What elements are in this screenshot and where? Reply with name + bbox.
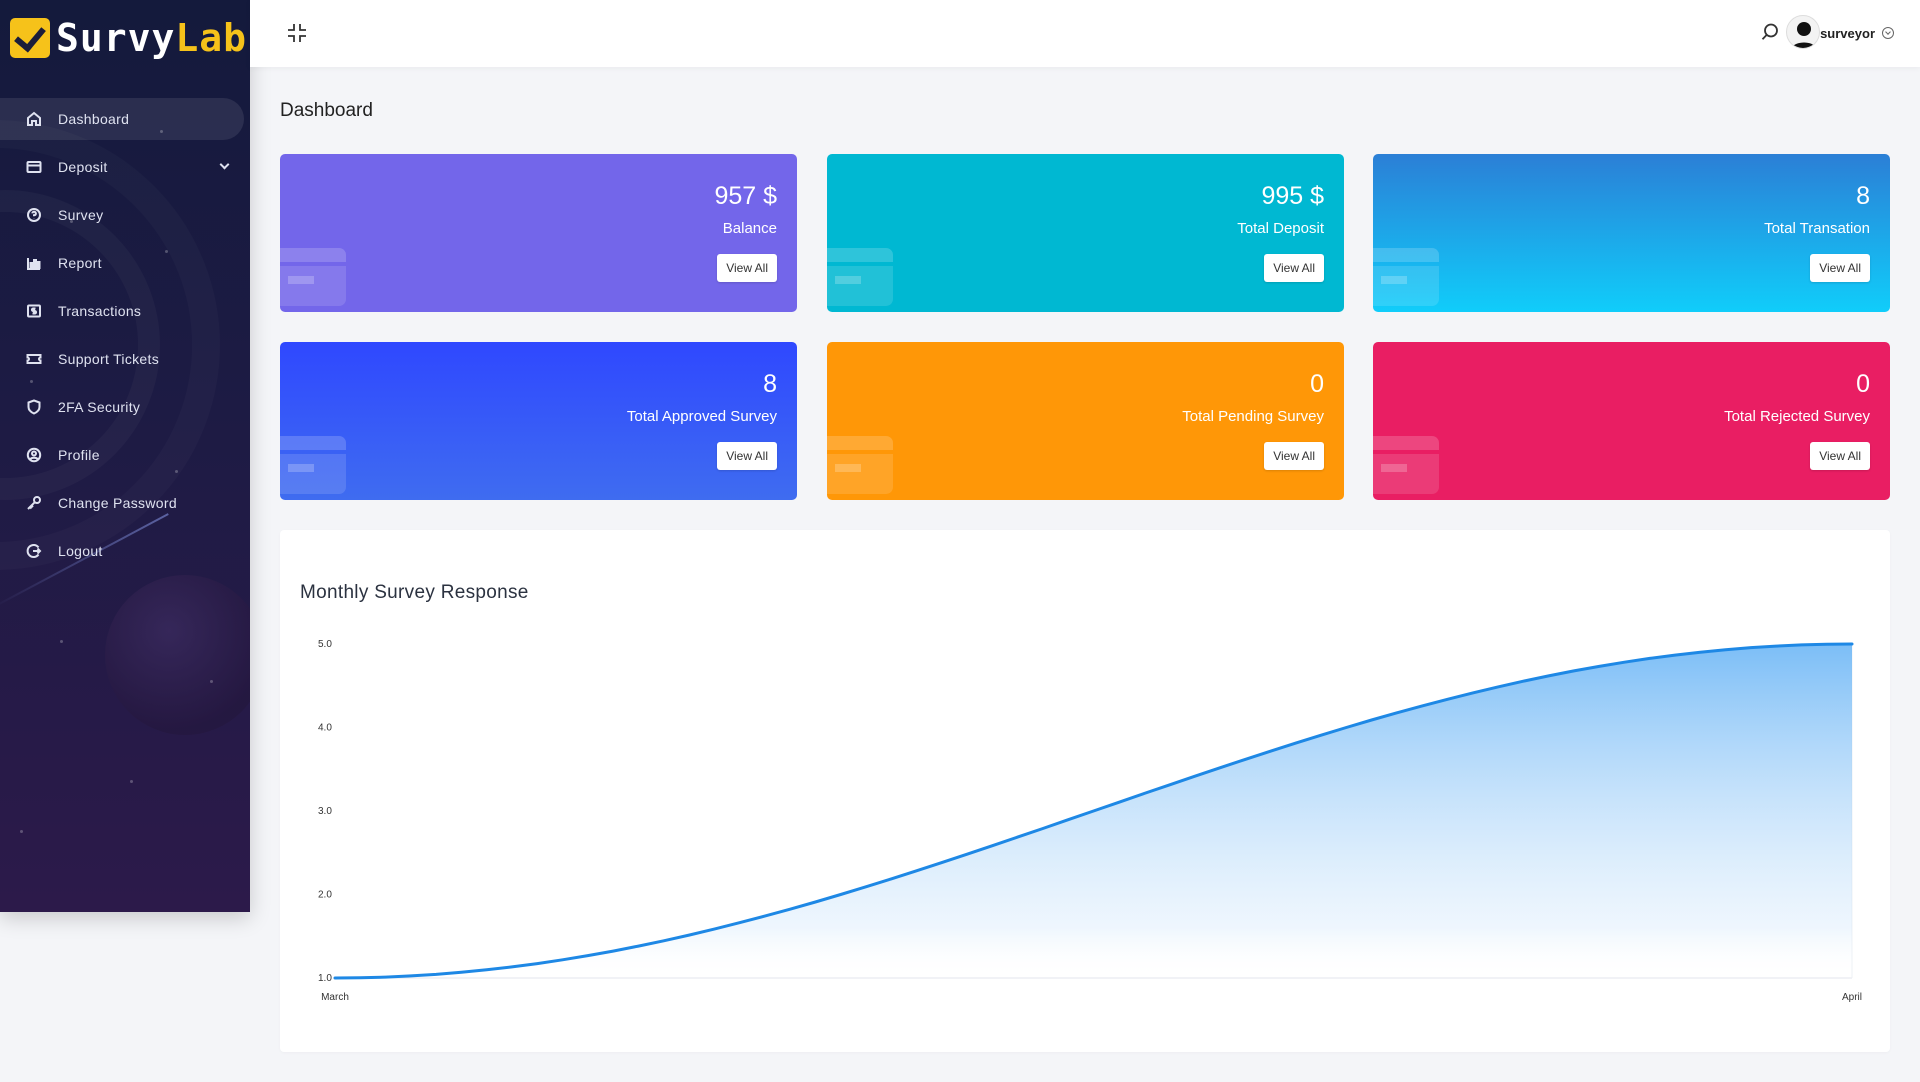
sidebar-item-label: Survey — [58, 207, 104, 223]
check-logo-icon — [10, 18, 50, 58]
card-label: Total Deposit — [1237, 220, 1324, 237]
sidebar-item-deposit[interactable]: Deposit — [0, 146, 250, 188]
card-value: 0 — [1856, 370, 1870, 398]
wallet-icon — [1373, 248, 1439, 308]
y-tick-label: 4.0 — [318, 723, 332, 734]
sidebar-item-support-tickets[interactable]: Support Tickets — [0, 338, 250, 380]
balance-card: 957 $ Balance View All — [280, 154, 797, 312]
card-label: Total Approved Survey — [626, 408, 777, 425]
star-dot — [20, 830, 23, 833]
data-point — [1850, 642, 1854, 646]
page-title: Dashboard — [280, 100, 373, 121]
card-value: 8 — [763, 370, 777, 398]
wallet-icon — [827, 248, 893, 308]
card-label: Total Pending Survey — [1182, 408, 1324, 425]
view-all-button[interactable]: View All — [1810, 442, 1870, 470]
rejected-survey-card: 0 Total Rejected Survey View All — [1373, 342, 1890, 500]
sidebar-item-label: Change Password — [58, 495, 177, 511]
sidebar-item-report[interactable]: Report — [0, 242, 250, 284]
sidebar-item-dashboard[interactable]: Dashboard — [0, 98, 244, 140]
sidebar-item-label: Report — [58, 255, 102, 271]
sidebar-item-label: Profile — [58, 447, 100, 463]
logout-icon — [26, 543, 42, 559]
y-tick-label: 5.0 — [318, 639, 332, 650]
top-bar: surveyor — [250, 0, 1920, 67]
total-transaction-card: 8 Total Transation View All — [1373, 154, 1890, 312]
star-dot — [210, 680, 213, 683]
pending-survey-card: 0 Total Pending Survey View All — [827, 342, 1344, 500]
home-icon — [26, 111, 42, 127]
chevron-down-icon — [219, 159, 230, 170]
key-icon — [26, 495, 42, 511]
brand-name-part1: Survy — [56, 16, 176, 60]
card-value: 8 — [1856, 182, 1870, 210]
brand-logo[interactable]: SurvyLab — [10, 16, 250, 60]
sidebar-item-transactions[interactable]: Transactions — [0, 290, 250, 332]
bar-chart-icon — [26, 255, 42, 271]
dollar-receipt-icon — [26, 303, 42, 319]
sidebar-item-survey[interactable]: Survey — [0, 194, 250, 236]
sidebar-item-label: Transactions — [58, 303, 142, 319]
shield-icon — [26, 399, 42, 415]
y-tick-label: 1.0 — [318, 973, 332, 984]
y-tick-label: 3.0 — [318, 806, 332, 817]
sidebar: SurvyLab Dashboard Deposit Survey Report… — [0, 0, 250, 912]
approved-survey-card: 8 Total Approved Survey View All — [280, 342, 797, 500]
view-all-button[interactable]: View All — [717, 254, 777, 282]
card-value: 995 $ — [1261, 182, 1324, 210]
sidebar-item-label: Deposit — [58, 159, 108, 175]
sidebar-item-logout[interactable]: Logout — [0, 530, 250, 572]
credit-card-icon — [26, 159, 42, 175]
sidebar-item-change-password[interactable]: Change Password — [0, 482, 250, 524]
wallet-icon — [280, 436, 346, 496]
view-all-button[interactable]: View All — [717, 442, 777, 470]
brand-name: SurvyLab — [56, 16, 247, 60]
collapse-icon[interactable] — [286, 22, 308, 44]
username[interactable]: surveyor — [1820, 26, 1875, 41]
brand-name-part2: Lab — [175, 16, 248, 60]
wallet-icon — [280, 248, 346, 308]
total-deposit-card: 995 $ Total Deposit View All — [827, 154, 1344, 312]
question-circle-icon — [26, 207, 42, 223]
sidebar-item-profile[interactable]: Profile — [0, 434, 250, 476]
sidebar-item-label: Support Tickets — [58, 351, 159, 367]
view-all-button[interactable]: View All — [1264, 442, 1324, 470]
sidebar-decoration — [105, 575, 250, 735]
star-dot — [60, 640, 63, 643]
x-tick-label: April — [1842, 992, 1862, 1003]
wallet-icon — [1373, 436, 1439, 496]
ticket-icon — [26, 351, 42, 367]
sidebar-item-2fa-security[interactable]: 2FA Security — [0, 386, 250, 428]
data-point — [333, 976, 337, 980]
star-dot — [130, 780, 133, 783]
view-all-button[interactable]: View All — [1264, 254, 1324, 282]
view-all-button[interactable]: View All — [1810, 254, 1870, 282]
sidebar-nav: Dashboard Deposit Survey Report Transact… — [0, 98, 250, 578]
sidebar-item-label: 2FA Security — [58, 399, 141, 415]
sidebar-item-label: Dashboard — [58, 111, 130, 127]
card-label: Total Transation — [1764, 220, 1870, 237]
survey-response-chart: 1.0 2.0 3.0 4.0 5.0 March April — [318, 639, 1862, 1003]
y-tick-label: 2.0 — [318, 890, 332, 901]
avatar[interactable] — [1786, 15, 1820, 49]
wallet-icon — [827, 436, 893, 496]
card-value: 0 — [1310, 370, 1324, 398]
card-label: Balance — [722, 220, 777, 237]
sidebar-item-label: Logout — [58, 543, 103, 559]
search-icon[interactable] — [1760, 22, 1780, 42]
card-label: Total Rejected Survey — [1724, 408, 1870, 425]
x-tick-label: March — [321, 992, 349, 1003]
chart-card: Monthly Survey Response 1.0 2.0 3.0 4.0 5.0 M… — [280, 530, 1890, 1052]
user-circle-icon — [26, 447, 42, 463]
chevron-down-icon[interactable] — [1882, 27, 1894, 39]
card-value: 957 $ — [714, 182, 777, 210]
